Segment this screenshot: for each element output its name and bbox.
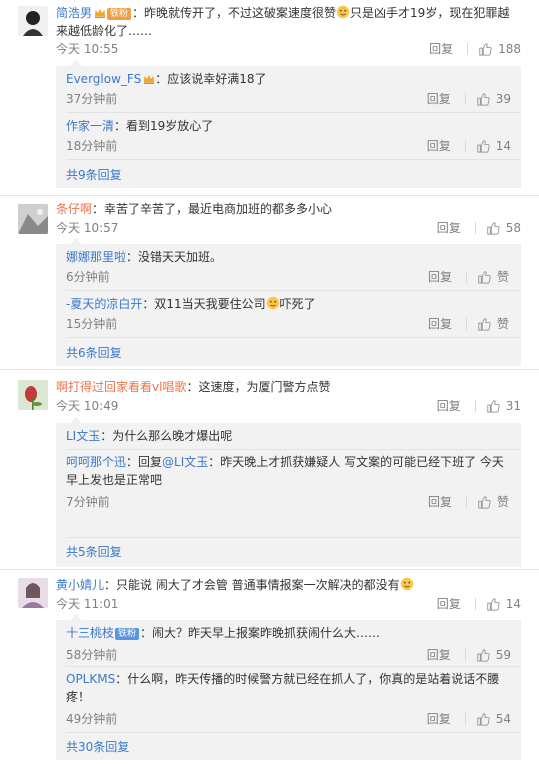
crown-icon xyxy=(94,7,106,19)
reply-text: ：没错天天加班。 xyxy=(126,250,223,264)
like-count: 14 xyxy=(505,597,521,611)
avatar[interactable] xyxy=(18,578,48,608)
thumb-up-icon[interactable] xyxy=(477,317,491,331)
like-count: 赞 xyxy=(497,270,510,284)
thumb-up-icon[interactable] xyxy=(478,42,492,56)
reply-button[interactable]: 回复 xyxy=(437,219,461,237)
emoji-icon xyxy=(336,5,350,19)
reply-text: ：为什么那么晚才爆出呢 xyxy=(100,429,233,443)
reply-author[interactable]: OPLKMS xyxy=(66,672,115,686)
thumb-up-icon[interactable] xyxy=(476,92,490,106)
reply-list: LI文玉：为什么那么晚才爆出呢 呵呵那个迅：回复@LI文玉：昨天晚上才抓获嫌疑人… xyxy=(56,417,521,567)
reply-author[interactable]: 娜娜那里啦 xyxy=(66,250,126,264)
view-more-replies-link[interactable]: 共6条回复 xyxy=(66,344,122,362)
comment-time: 今天 10:57 xyxy=(56,221,119,235)
reply-time: 15分钟前 xyxy=(66,317,118,331)
like-count: 39 xyxy=(495,92,511,106)
comment-author[interactable]: 黄小婧儿 xyxy=(56,578,104,592)
thumb-up-icon[interactable] xyxy=(486,399,500,413)
reply-button[interactable]: 回复 xyxy=(428,315,452,333)
comment-text: ：昨晚就传开了，不过这破案速度很赞 xyxy=(132,6,337,20)
reply-button[interactable]: 回复 xyxy=(428,493,452,511)
thumb-up-icon[interactable] xyxy=(476,712,490,726)
comment-author[interactable]: 啊打得过回家看看vl唱歌 xyxy=(56,380,186,394)
view-more-replies-link[interactable]: 共9条回复 xyxy=(66,166,122,184)
reply-list: 娜娜那里啦：没错天天加班。 6分钟前 回复 赞 -夏天的凉白开：双11当天我要住… xyxy=(56,238,521,366)
comment-text: ：只能说 闹大了才会管 普通事情报案一次解决的都没有 xyxy=(104,578,400,592)
reply-button[interactable]: 回复 xyxy=(428,268,452,286)
fan-badge: 铁粉 xyxy=(107,8,132,20)
reply-text: ：双11当天我要住公司 xyxy=(142,297,266,311)
reply-button[interactable]: 回复 xyxy=(427,710,451,728)
reply-author[interactable]: Everglow_FS xyxy=(66,72,141,86)
reply-button[interactable]: 回复 xyxy=(437,595,461,613)
comment-time: 今天 10:49 xyxy=(56,399,119,413)
view-more-replies-link[interactable]: 共5条回复 xyxy=(66,543,122,561)
reply-button[interactable]: 回复 xyxy=(437,397,461,415)
reply-text-continued: 吓死了 xyxy=(279,297,316,311)
like-count: 赞 xyxy=(497,317,510,331)
like-count: 31 xyxy=(505,399,521,413)
comment-time: 今天 10:55 xyxy=(56,42,119,56)
like-count: 赞 xyxy=(497,495,510,509)
view-more-replies-link[interactable]: 共30条回复 xyxy=(66,738,129,756)
comment-author[interactable]: 条仔啊 xyxy=(56,202,92,216)
reply-text: ：看到19岁放心了 xyxy=(114,119,214,133)
avatar[interactable] xyxy=(18,6,48,36)
comment-time: 今天 11:01 xyxy=(56,597,119,611)
reply-time: 6分钟前 xyxy=(66,270,110,284)
like-count: 14 xyxy=(495,139,511,153)
reply-label: ：回复 xyxy=(126,455,163,469)
thumb-up-icon[interactable] xyxy=(476,648,490,662)
reply-button[interactable]: 回复 xyxy=(427,137,451,155)
fan-badge: 铁粉 xyxy=(115,628,140,640)
comment-item: 啊打得过回家看看vl唱歌：这速度，为厦门警方点赞 今天 10:49 回复 31 … xyxy=(0,370,539,570)
avatar[interactable] xyxy=(18,380,48,410)
crown-icon xyxy=(143,73,155,85)
reply-button[interactable]: 回复 xyxy=(427,646,451,664)
thumb-up-icon[interactable] xyxy=(476,139,490,153)
emoji-icon xyxy=(400,577,414,591)
thumb-up-icon[interactable] xyxy=(486,221,500,235)
reply-button[interactable]: 回复 xyxy=(427,90,451,108)
reply-author[interactable]: LI文玉 xyxy=(66,429,100,443)
reply-time: 7分钟前 xyxy=(66,495,110,509)
emoji-icon xyxy=(266,296,280,310)
like-count: 54 xyxy=(495,712,511,726)
reply-text: ：闹大？昨天早上报案昨晚抓获闹什么大…… xyxy=(140,626,381,640)
reply-list: Everglow_FS ：应该说幸好满18了 37分钟前 回复 39 作家一清：看… xyxy=(56,60,521,188)
reply-author[interactable]: 十三桃枝 xyxy=(66,626,114,640)
reply-time: 58分钟前 xyxy=(66,648,118,662)
comment-item: 黄小婧儿：只能说 闹大了才会管 普通事情报案一次解决的都没有 今天 11:01 … xyxy=(0,570,539,764)
reply-time: 49分钟前 xyxy=(66,712,118,726)
like-count: 58 xyxy=(505,221,521,235)
reply-text: ：什么啊，昨天传播的时候警方就已经在抓人了，你真的是站着说话不腰疼！ xyxy=(66,672,500,704)
reply-time: 18分钟前 xyxy=(66,139,118,153)
reply-list: 十三桃枝 铁粉 ：闹大？昨天早上报案昨晚抓获闹什么大…… 58分钟前 回复 59 O… xyxy=(56,614,521,760)
reply-author[interactable]: -夏天的凉白开 xyxy=(66,297,142,311)
comment-text: ：这速度，为厦门警方点赞 xyxy=(186,380,331,394)
reply-button[interactable]: 回复 xyxy=(429,40,453,58)
reply-text: ：应该说幸好满18了 xyxy=(155,72,267,86)
reply-time: 37分钟前 xyxy=(66,92,118,106)
mention-link[interactable]: @LI文玉 xyxy=(162,455,208,469)
comment-text: ：幸苦了辛苦了，最近电商加班的都多多小心 xyxy=(92,202,333,216)
avatar[interactable] xyxy=(18,204,48,234)
like-count: 59 xyxy=(495,648,511,662)
reply-author[interactable]: 呵呵那个迅 xyxy=(66,455,126,469)
comment-author[interactable]: 简浩男 xyxy=(56,6,92,20)
thumb-up-icon[interactable] xyxy=(477,270,491,284)
comment-item: 条仔啊：幸苦了辛苦了，最近电商加班的都多多小心 今天 10:57 回复 58 娜… xyxy=(0,196,539,370)
thumb-up-icon[interactable] xyxy=(486,597,500,611)
comment-item: 简浩男 铁粉 ：昨晚就传开了，不过这破案速度很赞 只是凶手才19岁，现在犯罪越来越低龄… xyxy=(0,0,539,196)
like-count: 188 xyxy=(498,42,521,56)
reply-author[interactable]: 作家一清 xyxy=(66,119,114,133)
thumb-up-icon[interactable] xyxy=(477,495,491,509)
